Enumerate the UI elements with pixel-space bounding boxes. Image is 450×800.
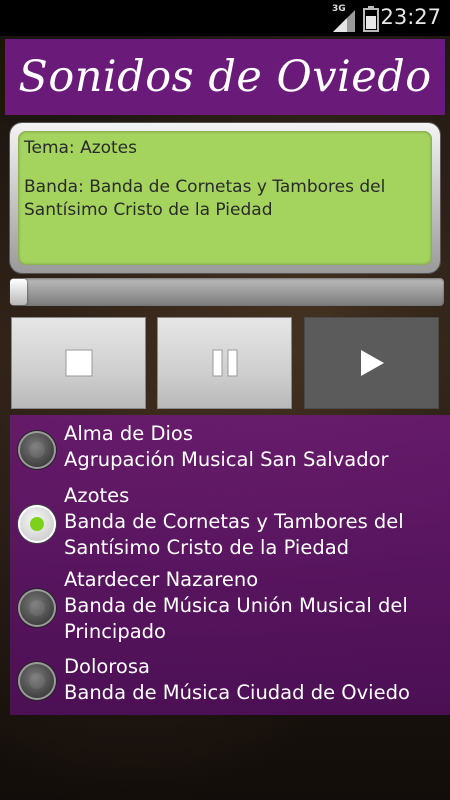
radio-button[interactable]: [18, 662, 56, 700]
song-title: Alma de Dios: [64, 422, 193, 445]
signal-icon: [333, 10, 355, 32]
seek-thumb[interactable]: [10, 279, 27, 305]
song-title: Azotes: [64, 484, 130, 507]
song-band: Agrupación Musical San Salvador: [64, 448, 389, 471]
song-band: Banda de Música Unión Musical del Princi…: [64, 594, 408, 643]
status-bar: 3G 23:27: [0, 0, 450, 36]
radio-button[interactable]: [18, 589, 56, 627]
stop-button[interactable]: [11, 317, 146, 409]
seek-bar[interactable]: [10, 278, 444, 306]
app-background: Sonidos de Oviedo Tema: Azotes Banda: Ba…: [0, 36, 450, 800]
main-content: Sonidos de Oviedo Tema: Azotes Banda: Ba…: [5, 39, 450, 715]
pause-button[interactable]: [157, 317, 292, 409]
song-title: Atardecer Nazareno: [64, 568, 259, 591]
play-icon: [360, 350, 384, 376]
app-header: Sonidos de Oviedo: [5, 39, 445, 115]
now-playing-panel: Tema: Azotes Banda: Banda de Cornetas y …: [10, 123, 440, 273]
play-button[interactable]: [304, 317, 439, 409]
radio-button-selected[interactable]: [18, 505, 56, 543]
now-playing-topic: Tema: Azotes: [24, 138, 137, 158]
now-playing-info: Tema: Azotes Banda: Banda de Cornetas y …: [18, 131, 432, 265]
app-title: Sonidos de Oviedo: [18, 52, 432, 102]
battery-icon: [363, 6, 379, 32]
radio-button[interactable]: [18, 431, 56, 469]
pause-icon: [212, 349, 237, 377]
song-title: Dolorosa: [64, 655, 150, 678]
song-list: Alma de Dios Agrupación Musical San Salv…: [10, 415, 450, 715]
stop-icon: [65, 349, 92, 377]
song-band: Banda de Cornetas y Tambores del Santísi…: [64, 510, 404, 559]
playback-controls: [10, 317, 444, 409]
clock: 23:27: [380, 5, 441, 29]
now-playing-band: Banda: Banda de Cornetas y Tambores del …: [24, 177, 386, 220]
song-band: Banda de Música Ciudad de Oviedo: [64, 681, 410, 704]
